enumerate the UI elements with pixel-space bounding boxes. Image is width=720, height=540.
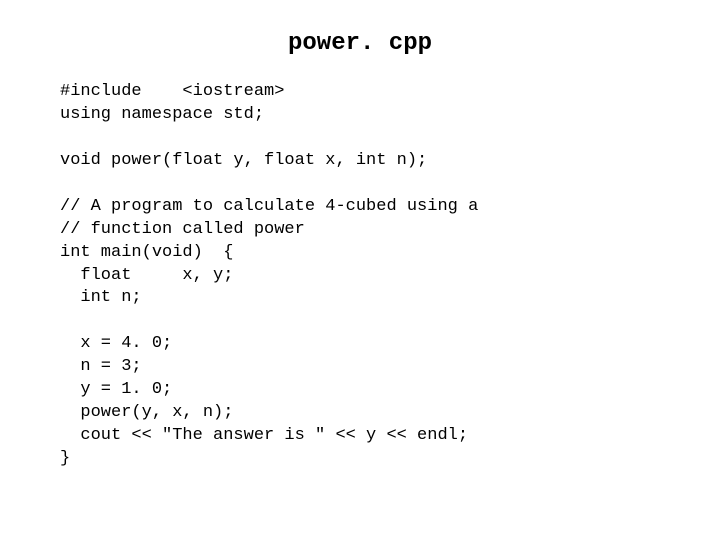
file-title: power. cpp: [60, 30, 660, 57]
code-listing: #include <iostream> using namespace std;…: [60, 81, 660, 471]
